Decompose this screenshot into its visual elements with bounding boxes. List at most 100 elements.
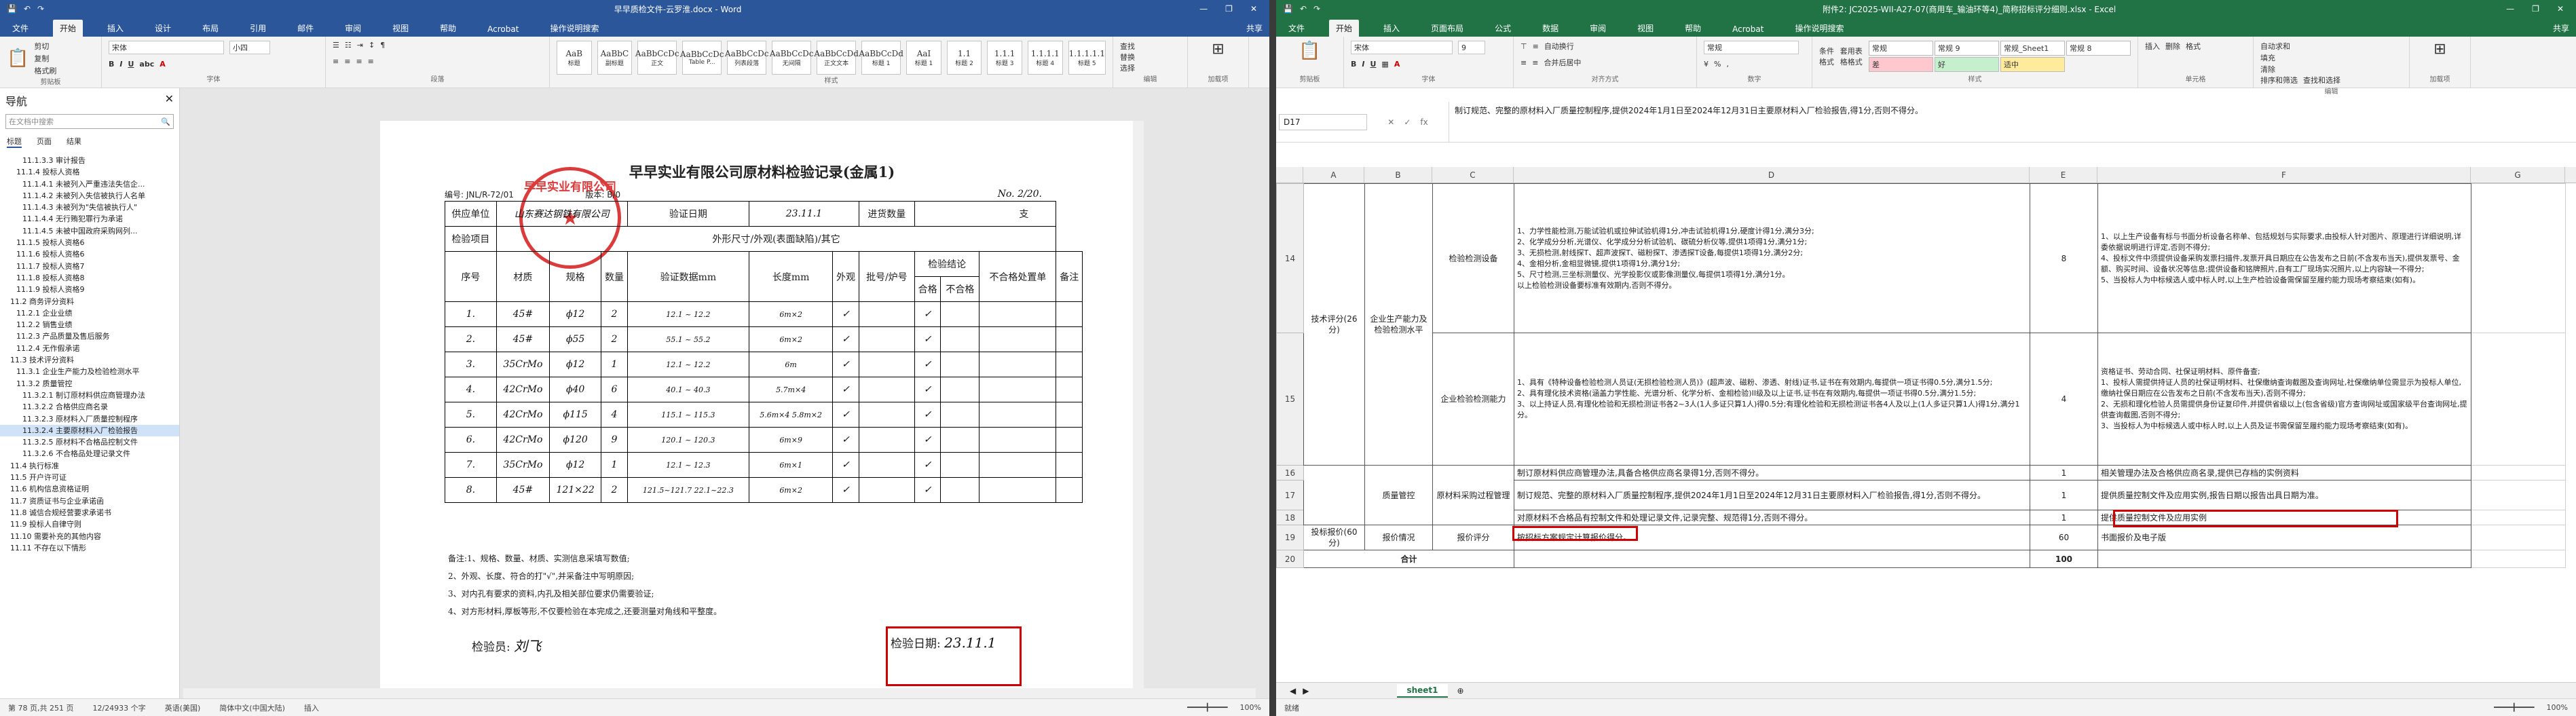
sort-filter-button[interactable]: 排序和筛选 xyxy=(2260,75,2298,86)
clear-button[interactable]: 清除 xyxy=(2260,64,2402,75)
cell-blank[interactable] xyxy=(1514,550,2030,568)
redo-icon[interactable]: ↷ xyxy=(37,4,44,14)
tell-me-search[interactable]: 操作说明搜索 xyxy=(543,20,605,37)
bullets-icon[interactable]: ☰ xyxy=(333,41,339,50)
cell-price-score[interactable]: 60 xyxy=(2030,525,2098,550)
align-center-icon[interactable]: ≡ xyxy=(344,57,350,66)
nav-heading-item[interactable]: 11.4 执行标准 xyxy=(0,460,179,472)
tab-layout[interactable]: 布局 xyxy=(195,20,225,37)
cell-personnel-req[interactable]: 资格证书、劳动合同、社保证明材料、原件备查; 1、投标人需提供持证人员的社保证明… xyxy=(2097,333,2471,466)
cell-total-label[interactable]: 合计 xyxy=(1303,550,1514,568)
comma-icon[interactable]: , xyxy=(1726,60,1729,69)
enter-icon[interactable]: ✓ xyxy=(1404,117,1411,127)
undo-icon[interactable]: ↶ xyxy=(24,4,31,14)
paste-icon[interactable]: 📋 xyxy=(7,48,29,69)
style-option[interactable]: 1.1.1.1.1 标题 5 xyxy=(1068,41,1106,75)
nav-heading-item[interactable]: 11.3.2.1 制订原材料供应商管理办法 xyxy=(0,390,179,401)
font-name-select[interactable]: 宋体 xyxy=(1351,41,1453,54)
tab-data[interactable]: 数据 xyxy=(1535,20,1565,37)
cell-personnel[interactable]: 企业检验检测能力 xyxy=(1432,333,1514,466)
row-header[interactable]: 16 xyxy=(1276,465,1304,481)
select-button[interactable]: 选择 xyxy=(1120,62,1180,73)
cut-button[interactable]: 剪切 xyxy=(34,41,56,52)
wrap-text-button[interactable]: 自动换行 xyxy=(1544,41,1574,52)
tab-file[interactable]: 文件 xyxy=(5,20,35,37)
italic-icon[interactable]: I xyxy=(1362,60,1364,69)
currency-icon[interactable]: ¥ xyxy=(1704,60,1709,69)
justify-icon[interactable]: ≡ xyxy=(368,57,374,66)
cell-r18-score[interactable]: 1 xyxy=(2030,510,2098,525)
cell-style-option[interactable]: 差 xyxy=(1869,57,1933,72)
style-option[interactable]: AaBbCcDd 标题 1 xyxy=(859,41,903,75)
cell-capacity[interactable]: 企业生产能力及检验检测水平 xyxy=(1364,183,1433,466)
share-button[interactable]: 共享 xyxy=(1239,20,1269,37)
zoom-slider[interactable]: ━━━━╋━━━━ xyxy=(1187,703,1228,712)
row-header[interactable]: 14 xyxy=(1276,183,1304,333)
redo-icon[interactable]: ↷ xyxy=(1313,4,1320,14)
zoom-level[interactable]: 100% xyxy=(2547,703,2568,712)
format-painter-button[interactable]: 格式刷 xyxy=(34,65,56,76)
cell-price[interactable]: 报价情况 xyxy=(1364,525,1433,550)
column-header[interactable]: B xyxy=(1364,167,1432,183)
cell-style-option[interactable]: 常规 8 xyxy=(2066,41,2131,56)
nav-heading-item[interactable]: 11.3.1 企业生产能力及检验检测水平 xyxy=(0,366,179,377)
formula-input[interactable]: 制订规范、完整的原材料入厂质量控制程序,提供2024年1月1日至2024年12月… xyxy=(1449,102,2576,142)
cell-style-option[interactable]: 适中 xyxy=(2000,57,2065,72)
nav-heading-item[interactable]: 11.9 投标人自律守则 xyxy=(0,519,179,530)
close-button[interactable]: ✕ xyxy=(2557,4,2564,14)
copy-button[interactable]: 复制 xyxy=(34,53,56,64)
sheet-tab[interactable]: sheet1 xyxy=(1397,683,1448,698)
tab-home[interactable]: 开始 xyxy=(53,20,83,37)
cell-equipment-req[interactable]: 1、以上生产设备有标与书面分析设备名称单、包括规划与实际要求,由投标人针对图片、… xyxy=(2097,183,2471,333)
cell-personnel-desc[interactable]: 1、具有《特种设备检验检测人员证(无损检验检测人员)》(超声波、磁粉、渗透、射线… xyxy=(1514,333,2030,466)
close-button[interactable]: ✕ xyxy=(1250,4,1257,14)
column-header[interactable]: E xyxy=(2030,167,2097,183)
find-select-button[interactable]: 查找和选择 xyxy=(2303,75,2340,86)
paste-icon[interactable]: 📋 xyxy=(1283,41,1337,61)
nav-heading-item[interactable]: 11.1.6 投标人资格6 xyxy=(0,248,179,260)
nav-tab-pages[interactable]: 页面 xyxy=(37,136,52,148)
cell-r17-desc[interactable]: 制订规范、完整的原材料入厂质量控制程序,提供2024年1月1日至2024年12月… xyxy=(1514,480,2030,510)
nav-heading-item[interactable]: 11.3.2.4 主要原材料入厂检验报告 xyxy=(0,424,179,437)
nav-heading-item[interactable]: 11.7 资质证书与企业承诺函 xyxy=(0,495,179,507)
tab-page-layout[interactable]: 页面布局 xyxy=(1424,20,1470,37)
bold-icon[interactable]: B xyxy=(109,60,114,69)
empty-cell[interactable] xyxy=(2471,480,2566,510)
add-sheet-icon[interactable]: ⊕ xyxy=(1457,686,1464,696)
cell-r18-desc[interactable]: 对原材料不合格品有控制文件和处理记录文件,记录完整、规范得1分,否则不得分。 xyxy=(1514,510,2030,525)
borders-icon[interactable]: ▦ xyxy=(1381,60,1388,69)
empty-cell[interactable] xyxy=(2471,525,2566,550)
style-option[interactable]: AaBbCcDc Table P... xyxy=(680,41,724,75)
row-header[interactable]: 20 xyxy=(1276,550,1304,568)
nav-heading-item[interactable]: 11.2.4 无作假承诺 xyxy=(0,343,179,354)
tab-home[interactable]: 开始 xyxy=(1329,20,1360,37)
tab-review[interactable]: 审阅 xyxy=(1583,20,1613,37)
italic-icon[interactable]: I xyxy=(119,60,122,69)
save-icon[interactable]: 💾 xyxy=(7,4,17,14)
style-option[interactable]: AaB 标题 xyxy=(557,41,592,75)
nav-heading-item[interactable]: 11.2.2 销售业绩 xyxy=(0,319,179,331)
cell-equipment-score[interactable]: 8 xyxy=(2030,183,2098,333)
cell-tech-group[interactable]: 技术评分(26分) xyxy=(1303,183,1365,466)
nav-search-input[interactable]: 在文档中搜索 🔍 xyxy=(5,114,174,129)
maximize-button[interactable]: ❐ xyxy=(1225,4,1233,14)
row-header[interactable]: 17 xyxy=(1276,480,1304,510)
maximize-button[interactable]: ❐ xyxy=(2532,4,2539,14)
name-box[interactable]: D17 xyxy=(1279,113,1367,130)
cell-r17-score[interactable]: 1 xyxy=(2030,480,2098,510)
nav-heading-item[interactable]: 11.1.3.3 审计报告 xyxy=(0,155,179,166)
font-color-icon[interactable]: A xyxy=(160,60,166,69)
strikethrough-icon[interactable]: abc xyxy=(139,60,154,69)
empty-cell[interactable] xyxy=(2471,550,2566,568)
column-header[interactable]: G xyxy=(2471,167,2565,183)
tab-view[interactable]: 视图 xyxy=(1630,20,1660,37)
nav-heading-item[interactable]: 11.3.2.3 原材料入厂质量控制程序 xyxy=(0,413,179,425)
nav-heading-item[interactable]: 11.1.8 投标人资格8 xyxy=(0,272,179,284)
nav-heading-item[interactable]: 11.1.9 投标人资格9 xyxy=(0,284,179,295)
share-button[interactable]: 共享 xyxy=(2546,20,2576,37)
autosum-button[interactable]: 自动求和 xyxy=(2260,41,2402,52)
tab-insert[interactable]: 插入 xyxy=(100,20,130,37)
align-left-icon[interactable]: ≡ xyxy=(1520,58,1527,67)
nav-heading-item[interactable]: 11.8 诚信合规经营要求承诺书 xyxy=(0,507,179,519)
align-middle-icon[interactable]: ≡ xyxy=(1533,42,1539,51)
